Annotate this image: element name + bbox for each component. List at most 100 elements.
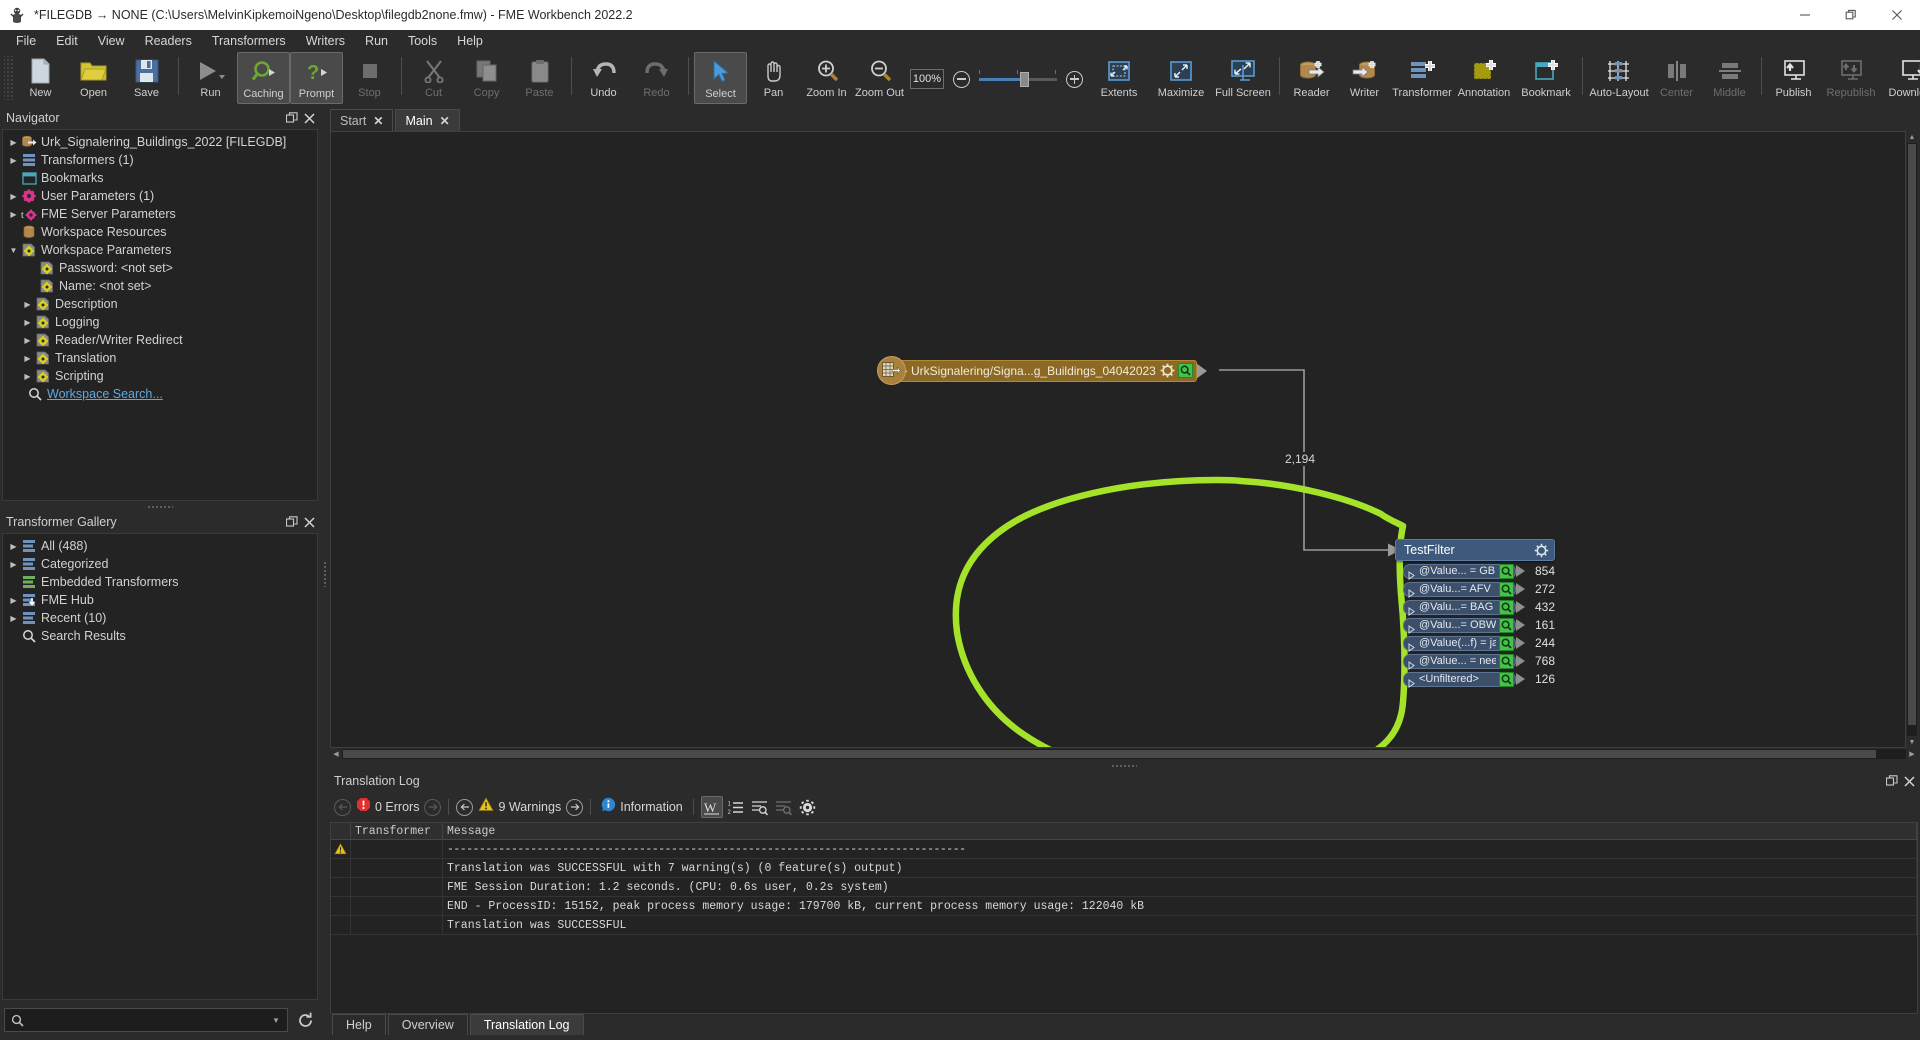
maximize-restore-button[interactable] — [1828, 0, 1874, 30]
output-port[interactable]: @Value... = nee — [1403, 653, 1516, 670]
line-numbers-button[interactable]: 1 2 — [725, 796, 747, 818]
log-row[interactable]: END - ProcessID: 15152, peak process mem… — [331, 897, 1917, 916]
gallery-item-fme-hub[interactable]: ▶ FME Hub — [3, 591, 317, 609]
log-row[interactable]: Translation was SUCCESSFUL with 7 warnin… — [331, 859, 1917, 878]
nav-item-password[interactable]: ▶ Password: <not set> — [3, 259, 317, 277]
expand-arrow-icon[interactable]: ▶ — [7, 192, 20, 201]
reader-feature-type-bar[interactable]: UrkSignalering/Signa...g_Buildings_04042… — [892, 359, 1197, 382]
nav-item-transformers[interactable]: ▶ Transformers (1) — [3, 151, 317, 169]
expand-arrow-icon[interactable]: ▶ — [7, 138, 20, 147]
zoom-level-field[interactable]: 100% — [910, 69, 944, 89]
prev-error-button[interactable] — [334, 798, 351, 816]
nav-item-scripting[interactable]: ▶ Scripting — [3, 367, 317, 385]
zoom-decrease-icon[interactable] — [953, 70, 970, 88]
nav-item-translation[interactable]: ▶ Translation — [3, 349, 317, 367]
log-row[interactable]: Translation was SUCCESSFUL — [331, 916, 1917, 935]
toolbar-stop-button[interactable]: Stop — [343, 52, 396, 104]
navigator-close-icon[interactable] — [303, 112, 316, 125]
toolbar-undo-button[interactable]: Undo — [577, 52, 630, 104]
toolbar-zoom-in-button[interactable]: Zoom In — [800, 52, 853, 104]
nav-item-fme-server-parameters[interactable]: ▶ t FME Server Parameters — [3, 205, 317, 223]
menu-writers[interactable]: Writers — [296, 32, 355, 50]
gallery-item-search-results[interactable]: ▶ Search Results — [3, 627, 317, 645]
expand-arrow-icon[interactable]: ▶ — [7, 596, 20, 605]
toolbar-middle-button[interactable]: Middle — [1703, 52, 1756, 104]
toolbar-open-button[interactable]: Open — [67, 52, 120, 104]
prev-warning-button[interactable] — [456, 798, 474, 816]
nav-item-workspace-resources[interactable]: ▶ Workspace Resources — [3, 223, 317, 241]
vscroll-thumb[interactable] — [1908, 144, 1916, 726]
menu-help[interactable]: Help — [447, 32, 493, 50]
tab-translation-log[interactable]: Translation Log — [469, 1014, 584, 1035]
toolbar-maximize-button[interactable]: Maximize — [1150, 52, 1212, 104]
minimize-button[interactable] — [1782, 0, 1828, 30]
errors-indicator[interactable]: 0 Errors — [353, 797, 422, 817]
workspace-canvas[interactable]: 2,194 UrkSignalering/Signa...g_Buildings… — [330, 131, 1906, 748]
toolbar-prompt-button[interactable]: ? Prompt — [290, 52, 343, 104]
canvas-horizontal-scrollbar[interactable]: ◀ ▶ — [330, 748, 1918, 760]
word-wrap-button[interactable]: W — [700, 796, 723, 818]
gallery-close-icon[interactable] — [303, 516, 316, 529]
transformer-node-testfilter[interactable]: TestFilter @Value... = GBI 854 @Valu...=… — [1395, 539, 1556, 688]
output-port[interactable]: @Value(...f) = ja — [1403, 635, 1516, 652]
toolbar-save-button[interactable]: Save — [120, 52, 173, 104]
gallery-float-icon[interactable] — [285, 516, 298, 529]
toolbar-publish-button[interactable]: Publish — [1767, 52, 1820, 104]
scroll-left-icon[interactable]: ◀ — [330, 748, 342, 760]
gallery-item-all[interactable]: ▶ All (488) — [3, 537, 317, 555]
expand-arrow-icon[interactable]: ▶ — [21, 336, 34, 345]
menu-file[interactable]: File — [6, 32, 46, 50]
transformer-port-row[interactable]: @Value(...f) = ja 244 — [1403, 635, 1555, 652]
toolbar-select-button[interactable]: Select — [694, 52, 747, 104]
refresh-icon[interactable] — [294, 1009, 316, 1031]
inspect-cache-icon[interactable] — [1499, 563, 1514, 579]
expand-arrow-icon[interactable]: ▶ — [7, 560, 20, 569]
inspect-cache-icon[interactable] — [1499, 635, 1514, 651]
toolbar-add-reader-button[interactable]: Reader — [1285, 52, 1338, 104]
next-warning-button[interactable] — [566, 798, 584, 816]
transformer-port-row[interactable]: <Unfiltered> 126 — [1403, 671, 1555, 688]
gear-icon[interactable] — [1160, 363, 1175, 378]
output-port[interactable]: @Valu...= OBW — [1403, 617, 1516, 634]
tab-main[interactable]: Main ✕ — [395, 109, 460, 131]
transformer-port-row[interactable]: @Value... = GBI 854 — [1403, 563, 1555, 580]
toolbar-run-button[interactable]: Run — [184, 52, 237, 104]
toolbar-extents-button[interactable]: Extents — [1088, 52, 1150, 104]
transformer-port-row[interactable]: @Valu...= BAG 432 — [1403, 599, 1555, 616]
nav-item-reader-dataset[interactable]: ▶ Urk_Signalering_Buildings_2022 [FILEGD… — [3, 133, 317, 151]
inspect-cache-icon[interactable] — [1499, 617, 1514, 633]
transformer-header[interactable]: TestFilter — [1395, 539, 1556, 561]
nav-item-bookmarks[interactable]: ▶ Bookmarks — [3, 169, 317, 187]
log-row[interactable]: FME Session Duration: 1.2 seconds. (CPU:… — [331, 878, 1917, 897]
gallery-item-categorized[interactable]: ▶ Categorized — [3, 555, 317, 573]
tab-start-close-icon[interactable]: ✕ — [373, 114, 383, 128]
toolbar-republish-button[interactable]: Republish — [1820, 52, 1882, 104]
toolbar-new-button[interactable]: New — [14, 52, 67, 104]
hscroll-thumb[interactable] — [343, 750, 1876, 758]
toolbar-redo-button[interactable]: Redo — [630, 52, 683, 104]
inspect-cache-icon[interactable] — [1177, 363, 1193, 378]
transformer-port-row[interactable]: @Valu...= OBW 161 — [1403, 617, 1555, 634]
tab-main-close-icon[interactable]: ✕ — [440, 114, 450, 128]
nav-item-logging[interactable]: ▶ Logging — [3, 313, 317, 331]
scroll-right-icon[interactable]: ▶ — [1906, 748, 1918, 760]
left-dock-splitter[interactable] — [0, 501, 320, 511]
expand-arrow-icon[interactable]: ▶ — [21, 372, 34, 381]
nav-item-workspace-search[interactable]: ▶ Workspace Search... — [3, 385, 317, 403]
menu-tools[interactable]: Tools — [398, 32, 447, 50]
expand-arrow-icon[interactable]: ▶ — [21, 318, 34, 327]
output-port[interactable]: @Valu...= AFV — [1403, 581, 1516, 598]
zoom-increase-icon[interactable] — [1066, 70, 1083, 88]
chevron-down-icon[interactable]: ▼ — [269, 1016, 283, 1025]
tab-help[interactable]: Help — [332, 1014, 386, 1035]
nav-item-workspace-parameters[interactable]: ▼ Workspace Parameters — [3, 241, 317, 259]
information-indicator[interactable]: Information — [598, 797, 686, 817]
toolbar-caching-button[interactable]: Caching — [237, 52, 290, 104]
transformer-port-row[interactable]: @Valu...= AFV 272 — [1403, 581, 1555, 598]
output-port[interactable]: @Value... = GBI — [1403, 563, 1516, 580]
toolbar-add-annotation-button[interactable]: Annotation — [1453, 52, 1515, 104]
log-float-icon[interactable] — [1885, 775, 1898, 788]
toolbar-grip[interactable] — [4, 56, 14, 100]
collapse-arrow-icon[interactable]: ▼ — [7, 246, 20, 255]
tab-start[interactable]: Start ✕ — [330, 109, 394, 131]
